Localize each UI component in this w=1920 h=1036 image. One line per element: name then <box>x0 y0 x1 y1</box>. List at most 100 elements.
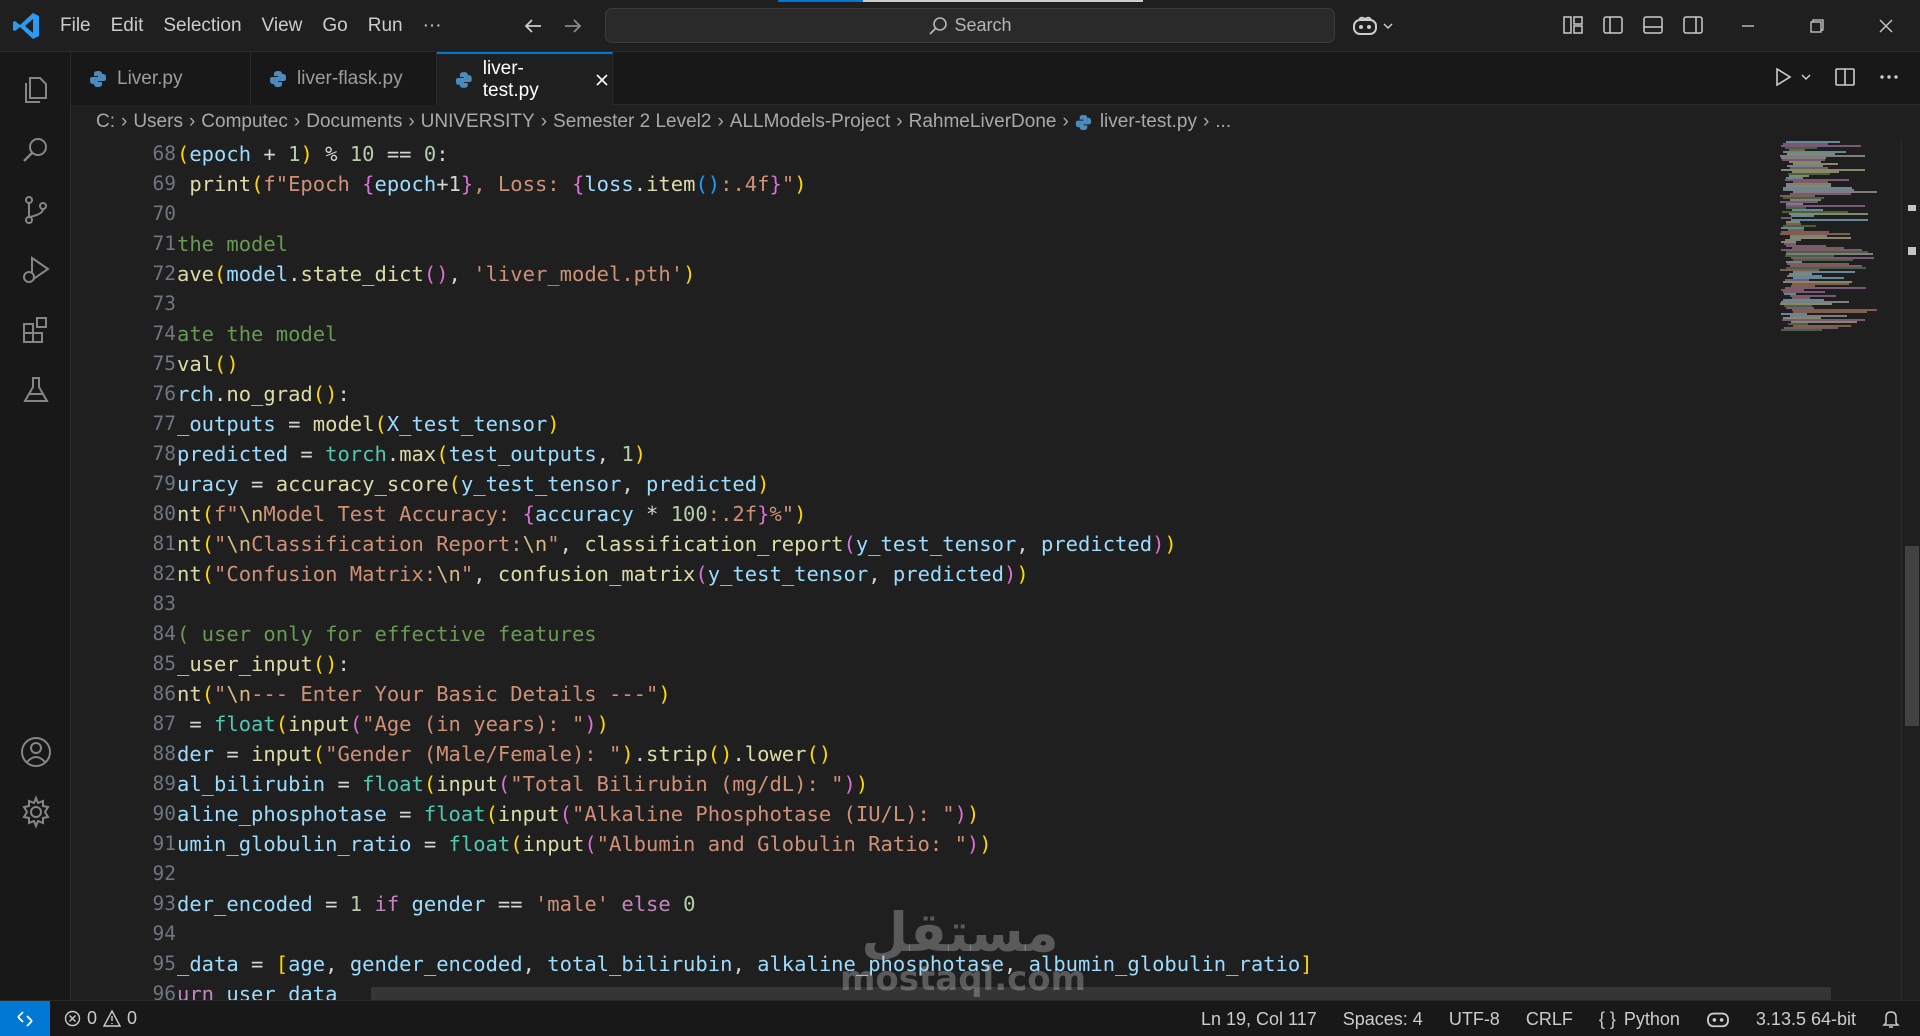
code-token: ) <box>966 802 980 826</box>
extensions-icon[interactable] <box>0 300 71 360</box>
line-number: 79 <box>152 472 176 495</box>
menu-file[interactable]: File <box>50 0 101 52</box>
breadcrumb-item[interactable]: Computec <box>201 111 288 133</box>
account-icon[interactable] <box>0 722 71 782</box>
breadcrumb-item[interactable]: UNIVERSITY <box>421 111 535 133</box>
toggle-primary-sidebar-icon[interactable] <box>1600 12 1626 38</box>
command-search-box[interactable]: Search <box>605 8 1335 43</box>
breadcrumb-item[interactable]: liver-test.py <box>1100 111 1197 133</box>
window-controls <box>1713 0 1920 52</box>
code-token: , <box>732 952 758 976</box>
more-actions-icon[interactable] <box>1878 66 1900 88</box>
breadcrumb-item[interactable]: ... <box>1215 111 1231 133</box>
code-line[interactable]: rch.no_grad(): <box>177 379 350 409</box>
breadcrumb-item[interactable]: Users <box>133 111 183 133</box>
source-control-icon[interactable] <box>0 180 71 240</box>
code-token: " <box>460 562 474 586</box>
run-python-file-icon[interactable] <box>1772 66 1794 88</box>
code-line[interactable]: _data = [age, gender_encoded, total_bili… <box>177 949 1313 979</box>
code-line[interactable]: ave(model.state_dict(), 'liver_model.pth… <box>177 259 695 289</box>
horizontal-scrollbar-thumb[interactable] <box>371 987 1831 1000</box>
language-mode[interactable]: { } Python <box>1599 1009 1680 1030</box>
menu-run[interactable]: Run <box>358 0 413 52</box>
scrollbar-thumb[interactable] <box>1905 546 1919 726</box>
run-debug-icon[interactable] <box>0 240 71 300</box>
testing-icon[interactable] <box>0 360 71 420</box>
code-line[interactable]: nt("Confusion Matrix:\n", confusion_matr… <box>177 559 1029 589</box>
line-number: 93 <box>152 892 176 915</box>
code-line[interactable]: nt("\nClassification Report:\n", classif… <box>177 529 1177 559</box>
explorer-icon[interactable] <box>0 60 71 120</box>
line-number: 68 <box>152 142 176 165</box>
error-count: 0 <box>87 1008 98 1028</box>
code-line[interactable]: uracy = accuracy_score(y_test_tensor, pr… <box>177 469 769 499</box>
breadcrumb-item[interactable]: RahmeLiverDone <box>909 111 1057 133</box>
code-token: %" <box>769 502 795 526</box>
settings-gear-icon[interactable] <box>0 782 71 842</box>
chevron-down-icon[interactable] <box>1800 71 1812 83</box>
back-arrow-icon[interactable] <box>518 12 548 40</box>
file-encoding[interactable]: UTF-8 <box>1449 1009 1500 1030</box>
code-line[interactable]: nt(f"\nModel Test Accuracy: {accuracy * … <box>177 499 807 529</box>
end-of-line[interactable]: CRLF <box>1526 1009 1573 1030</box>
layout-controls <box>1560 12 1706 38</box>
code-token: % <box>312 142 350 166</box>
code-line[interactable]: der_encoded = 1 if gender == 'male' else… <box>177 889 695 919</box>
problems-indicator[interactable]: 0 0 <box>64 1008 137 1029</box>
restore-icon[interactable] <box>1782 0 1851 52</box>
line-number: 92 <box>152 862 176 885</box>
code-line[interactable]: _user_input(): <box>177 649 350 679</box>
menu-edit[interactable]: Edit <box>101 0 154 52</box>
tab-liver-py[interactable]: Liver.py <box>71 52 251 105</box>
code-line[interactable]: umin_globulin_ratio = float(input("Album… <box>177 829 992 859</box>
remote-indicator[interactable] <box>0 1000 50 1036</box>
line-number: 83 <box>152 592 176 615</box>
breadcrumb-item[interactable]: Semester 2 Level2 <box>553 111 711 133</box>
toggle-secondary-sidebar-icon[interactable] <box>1680 12 1706 38</box>
code-line[interactable]: the model <box>177 229 288 259</box>
close-icon[interactable] <box>592 70 612 90</box>
code-token: ) <box>979 832 992 856</box>
split-editor-icon[interactable] <box>1834 66 1856 88</box>
notifications-bell-icon[interactable] <box>1882 1009 1900 1029</box>
code-line[interactable]: predicted = torch.max(test_outputs, 1) <box>177 439 646 469</box>
vertical-scrollbar[interactable] <box>1901 139 1920 1000</box>
copilot-icon[interactable] <box>1706 1009 1730 1029</box>
code-token: } <box>460 172 474 196</box>
code-area[interactable]: (epoch + 1) % 10 == 0: print(f"Epoch {ep… <box>177 139 1777 1000</box>
code-line[interactable]: ate the model <box>177 319 337 349</box>
code-line[interactable]: aline_phosphotase = float(input("Alkalin… <box>177 799 979 829</box>
python-interpreter[interactable]: 3.13.5 64-bit <box>1756 1009 1856 1030</box>
toggle-panel-icon[interactable] <box>1640 12 1666 38</box>
code-line[interactable]: (epoch + 1) % 10 == 0: <box>177 139 449 169</box>
forward-arrow-icon[interactable] <box>558 12 588 40</box>
copilot-menu[interactable] <box>1352 12 1402 40</box>
tab-liver-test-py[interactable]: liver-test.py <box>437 52 613 105</box>
search-icon[interactable] <box>0 120 71 180</box>
close-window-icon[interactable] <box>1851 0 1920 52</box>
menu-go[interactable]: Go <box>312 0 357 52</box>
cursor-position[interactable]: Ln 19, Col 117 <box>1201 1009 1317 1030</box>
breadcrumb-item[interactable]: ALLModels-Project <box>730 111 891 133</box>
code-line[interactable]: = float(input("Age (in years): ")) <box>177 709 609 739</box>
breadcrumb-item[interactable]: Documents <box>306 111 402 133</box>
minimap[interactable] <box>1778 139 1888 1000</box>
breadcrumb-item[interactable]: C: <box>96 111 115 133</box>
tab-liver-flask-py[interactable]: liver-flask.py <box>251 52 437 105</box>
code-line[interactable]: nt("\n--- Enter Your Basic Details ---") <box>177 679 671 709</box>
code-line[interactable]: ( user only for effective features <box>177 619 597 649</box>
menu-selection[interactable]: Selection <box>153 0 251 52</box>
code-line[interactable]: _outputs = model(X_test_tensor) <box>177 409 560 439</box>
indentation[interactable]: Spaces: 4 <box>1343 1009 1423 1030</box>
customize-layout-icon[interactable] <box>1560 12 1586 38</box>
code-token: , <box>522 952 548 976</box>
code-line[interactable]: print(f"Epoch {epoch+1}, Loss: {loss.ite… <box>177 169 806 199</box>
code-line[interactable]: urn user_data <box>177 979 337 1000</box>
menu-view[interactable]: View <box>252 0 313 52</box>
code-line[interactable]: der = input("Gender (Male/Female): ").st… <box>177 739 831 769</box>
code-line[interactable]: val() <box>177 349 239 379</box>
menu-more[interactable]: ··· <box>413 0 452 52</box>
code-line[interactable]: al_bilirubin = float(input("Total Biliru… <box>177 769 868 799</box>
code-editor[interactable]: 68 69 70 71 72 73 74 75 76 77 78 79 80 8… <box>71 139 1920 1000</box>
minimize-icon[interactable] <box>1713 0 1782 52</box>
